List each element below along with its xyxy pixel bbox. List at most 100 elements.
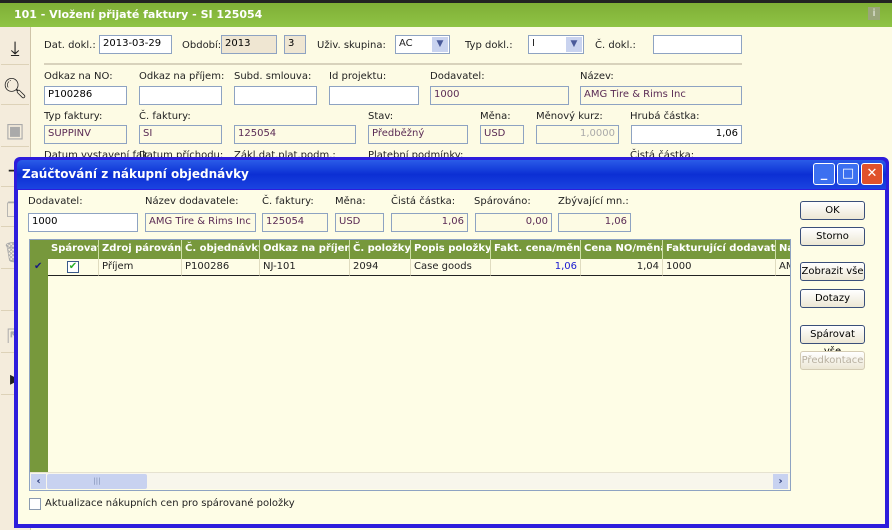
nazev-label: Název:: [580, 71, 614, 82]
chevron-down-icon[interactable]: ▼: [432, 37, 448, 52]
scroll-thumb[interactable]: |||: [47, 474, 147, 489]
d-nazev-input[interactable]: AMG Tire & Rims Inc: [145, 213, 256, 232]
horizontal-scrollbar[interactable]: ‹ ||| ›: [30, 472, 790, 489]
hruba-castka-label: Hrubá částka:: [630, 111, 700, 122]
id-projektu-input[interactable]: [329, 86, 419, 105]
dotazy-button[interactable]: Dotazy: [800, 289, 865, 308]
uziv-skupina-select[interactable]: AC ▼: [395, 35, 450, 54]
d-c-faktury-label: Č. faktury:: [262, 196, 314, 207]
col-fakt-cena[interactable]: Fakt. cena/měna: [491, 240, 581, 259]
subd-smlouva-label: Subd. smlouva:: [234, 71, 312, 82]
c-faktury-prefix-input[interactable]: SI: [139, 125, 222, 144]
info-icon[interactable]: i: [868, 7, 880, 20]
d-dodavatel-input[interactable]: 1000: [28, 213, 138, 232]
odkaz-prijem-label: Odkaz na příjem:: [139, 71, 225, 82]
download-icon[interactable]: ⤓: [1, 31, 29, 65]
d-sparovano-label: Spárováno:: [474, 196, 531, 207]
obdobi-label: Období:: [182, 40, 222, 51]
minimize-button[interactable]: _: [813, 163, 835, 185]
d-mena-input[interactable]: USD: [335, 213, 384, 232]
d-zbyvajici-label: Zbývající mn.:: [558, 196, 629, 207]
dat-dokl-input[interactable]: 2013-03-29: [99, 35, 172, 54]
d-cista-castka-label: Čistá částka:: [391, 196, 456, 207]
col-zdroj[interactable]: Zdroj párování: [99, 240, 182, 259]
col-sparovat[interactable]: Spárovat: [48, 240, 99, 259]
d-zbyvajici-input[interactable]: 1,06: [558, 213, 631, 232]
chevron-down-icon[interactable]: ▼: [566, 37, 582, 52]
typ-faktury-label: Typ faktury:: [44, 111, 103, 122]
dat-dokl-label: Dat. dokl.:: [44, 40, 96, 51]
update-prices-checkbox[interactable]: [29, 498, 41, 510]
cell-fakt-cena[interactable]: 1,06: [491, 259, 581, 276]
mena-label: Měna:: [480, 111, 511, 122]
odkaz-no-input[interactable]: P100286: [44, 86, 127, 105]
cell-zdroj: Příjem: [99, 259, 182, 276]
cell-objednavka: P100286: [182, 259, 260, 276]
d-c-faktury-input[interactable]: 125054: [262, 213, 328, 232]
typ-faktury-input[interactable]: SUPPINV: [44, 125, 127, 144]
hruba-castka-input[interactable]: 1,06: [631, 125, 742, 144]
storno-button[interactable]: Storno: [800, 227, 865, 246]
save-icon[interactable]: ▣: [1, 113, 29, 147]
maximize-button[interactable]: □: [837, 163, 859, 185]
stav-label: Stav:: [368, 111, 394, 122]
c-dokl-input[interactable]: [653, 35, 742, 54]
menovy-kurz-input[interactable]: 1,0000: [536, 125, 619, 144]
scroll-left-icon[interactable]: ‹: [31, 474, 46, 489]
scroll-right-icon[interactable]: ›: [773, 474, 788, 489]
zobrazit-vse-button[interactable]: Zobrazit vše: [800, 262, 865, 281]
uziv-skupina-label: Uživ. skupina:: [317, 40, 386, 51]
match-grid: ✔ Spárovat Zdroj párování Č. objednávky …: [29, 239, 791, 491]
d-mena-label: Měna:: [335, 196, 366, 207]
uziv-skupina-value: AC: [399, 38, 413, 49]
odkaz-no-label: Odkaz na NO:: [44, 71, 113, 82]
dialog-title: Zaúčtování z nákupní objednávky: [17, 160, 886, 189]
current-row-icon: ✔: [34, 261, 43, 272]
predkontace-button: Předkontace: [800, 351, 865, 370]
d-dodavatel-label: Dodavatel:: [28, 196, 83, 207]
cell-sparovat[interactable]: ✔: [48, 259, 99, 276]
menovy-kurz-label: Měnový kurz:: [536, 111, 603, 122]
obdobi-year-input[interactable]: 2013: [221, 35, 277, 54]
c-dokl-label: Č. dokl.:: [595, 40, 636, 51]
sparovat-checkbox[interactable]: ✔: [67, 261, 79, 273]
id-projektu-label: Id projektu:: [329, 71, 387, 82]
window-title: 101 - Vložení přijaté faktury - SI 12505…: [0, 3, 892, 27]
col-popis[interactable]: Popis položky: [411, 240, 491, 259]
dodavatel-input[interactable]: 1000: [430, 86, 569, 105]
row-selector-column[interactable]: [30, 240, 48, 472]
mena-input[interactable]: USD: [480, 125, 524, 144]
col-nazev[interactable]: Ná: [776, 240, 790, 259]
cell-popis: Case goods: [411, 259, 491, 276]
d-sparovano-input[interactable]: 0,00: [475, 213, 552, 232]
cell-polozka: 2094: [350, 259, 411, 276]
col-polozka[interactable]: Č. položky: [350, 240, 411, 259]
typ-dokl-label: Typ dokl.:: [465, 40, 513, 51]
subd-smlouva-input[interactable]: [234, 86, 317, 105]
d-nazev-label: Název dodavatele:: [145, 196, 239, 207]
col-odkaz[interactable]: Odkaz na příjem: [260, 240, 350, 259]
odkaz-prijem-input[interactable]: [139, 86, 222, 105]
typ-dokl-value: I: [532, 38, 535, 49]
cell-cena-no: 1,04: [581, 259, 663, 276]
stav-input[interactable]: Předběžný: [368, 125, 468, 144]
obdobi-period-input[interactable]: 3: [284, 35, 306, 54]
col-fakt-dodavatel[interactable]: Fakturující dodavatel: [663, 240, 776, 259]
c-faktury-label: Č. faktury:: [139, 111, 191, 122]
update-prices-label[interactable]: Aktualizace nákupních cen pro spárované …: [45, 498, 295, 509]
col-objednavka[interactable]: Č. objednávky: [182, 240, 260, 259]
col-cena-no[interactable]: Cena NO/měna: [581, 240, 663, 259]
d-cista-castka-input[interactable]: 1,06: [391, 213, 468, 232]
search-icon[interactable]: 🔍︎: [1, 71, 29, 105]
ok-button[interactable]: OK: [800, 201, 865, 220]
c-faktury-input[interactable]: 125054: [234, 125, 356, 144]
nazev-input[interactable]: AMG Tire & Rims Inc: [580, 86, 742, 105]
sparovat-vse-button[interactable]: Spárovat vše: [800, 325, 865, 357]
typ-dokl-select[interactable]: I ▼: [528, 35, 584, 54]
cell-nazev: AM: [776, 259, 790, 276]
cell-fakt-dodavatel: 1000: [663, 259, 776, 276]
cell-odkaz: NJ-101: [260, 259, 350, 276]
close-button[interactable]: ✕: [861, 163, 883, 185]
match-dialog: Zaúčtování z nákupní objednávky _ □ ✕ Do…: [14, 157, 889, 528]
dialog-body: Dodavatel: Název dodavatele: Č. faktury:…: [18, 190, 885, 524]
